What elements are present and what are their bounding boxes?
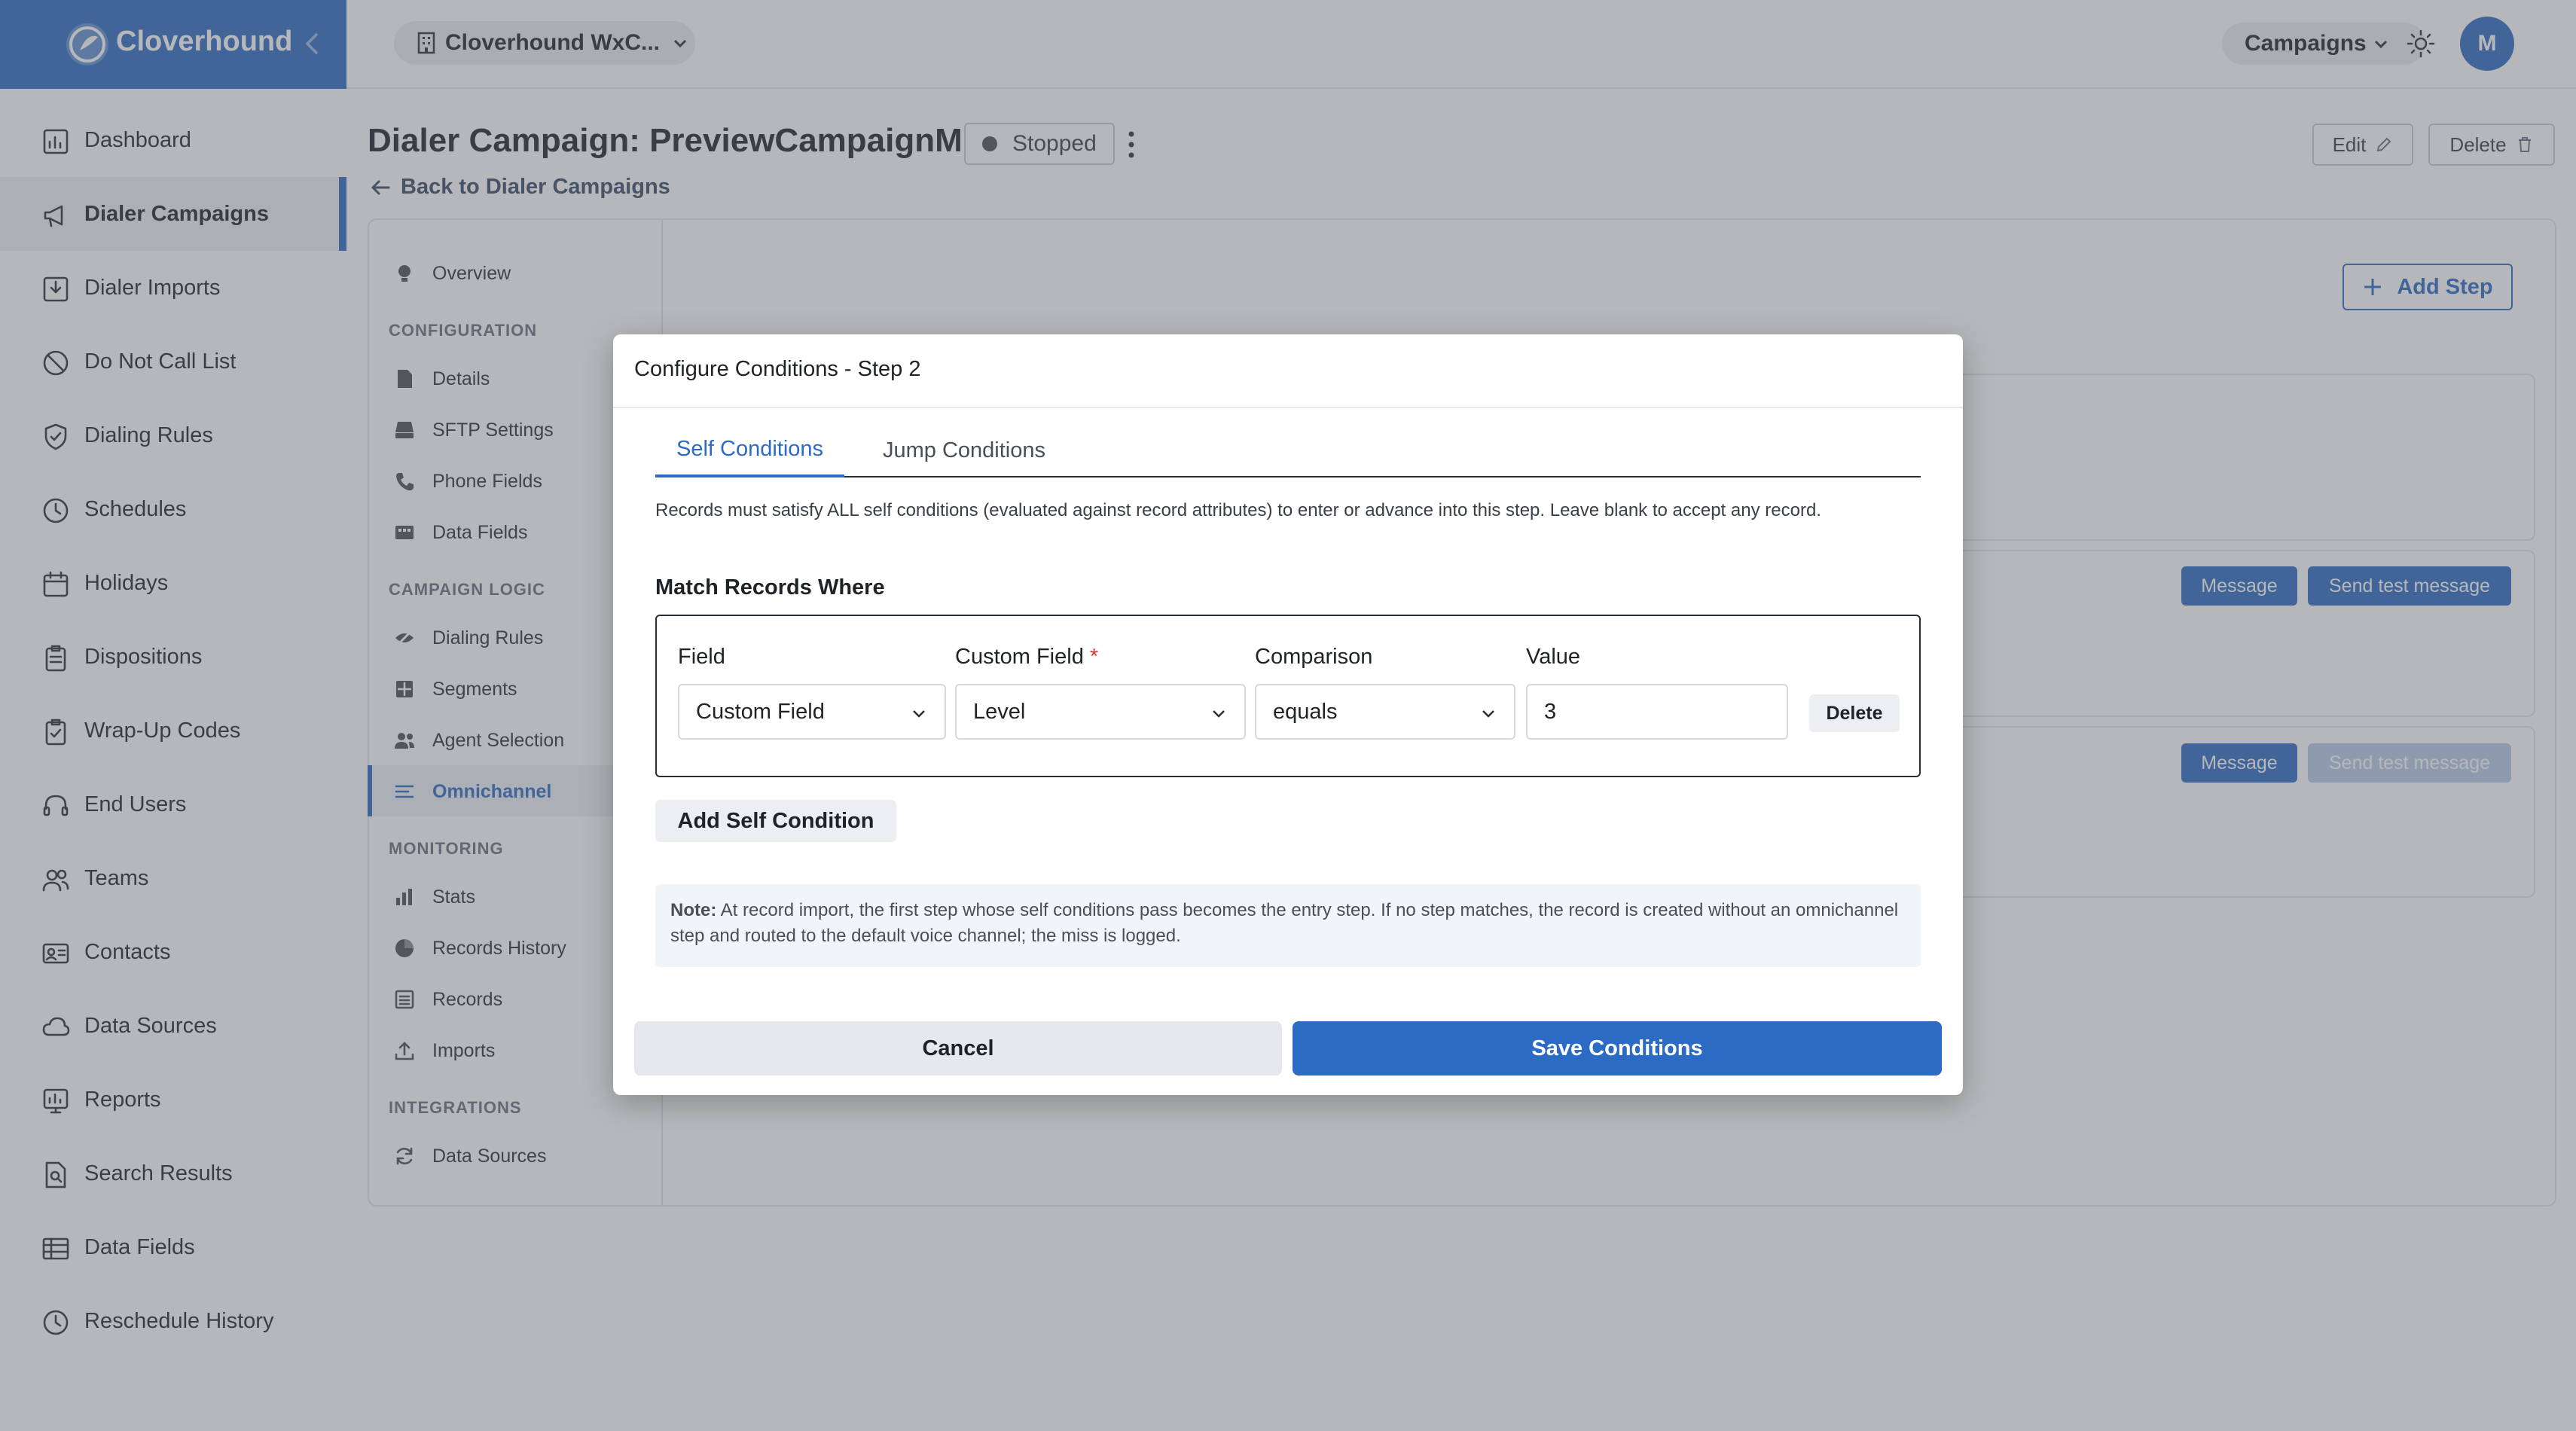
chevron-down-icon xyxy=(913,710,925,718)
custom-field-label: Custom Field * xyxy=(955,645,1098,670)
import-note: Note: At record import, the first step w… xyxy=(655,884,1921,967)
tab-jump-conditions[interactable]: Jump Conditions xyxy=(883,423,1045,478)
field-label: Field xyxy=(678,645,725,670)
value-label-text: Value xyxy=(1526,645,1581,669)
custom-field-select[interactable]: Level xyxy=(955,684,1246,740)
tab-self-conditions[interactable]: Self Conditions xyxy=(655,423,845,478)
field-select-value: Custom Field xyxy=(696,699,825,724)
conditions-description: Records must satisfy ALL self conditions… xyxy=(655,500,1821,520)
chevron-down-icon xyxy=(1213,710,1225,718)
comparison-select-value: equals xyxy=(1273,699,1338,724)
custom-field-select-value: Level xyxy=(973,699,1026,724)
modal-title: Configure Conditions - Step 2 xyxy=(634,357,921,381)
comparison-select[interactable]: equals xyxy=(1255,684,1515,740)
comparison-label: Comparison xyxy=(1255,645,1372,670)
save-conditions-button[interactable]: Save Conditions xyxy=(1293,1021,1942,1076)
modal-divider xyxy=(613,407,1963,408)
delete-condition-button[interactable]: Delete xyxy=(1809,694,1900,732)
chevron-down-icon xyxy=(1482,710,1494,718)
required-marker: * xyxy=(1089,645,1099,669)
comparison-label-text: Comparison xyxy=(1255,645,1373,669)
value-input[interactable]: 3 xyxy=(1526,684,1788,740)
add-self-condition-button[interactable]: Add Self Condition xyxy=(655,800,896,842)
condition-tabs: Self Conditions Jump Conditions xyxy=(655,423,1921,478)
field-select[interactable]: Custom Field xyxy=(678,684,946,740)
match-records-heading: Match Records Where xyxy=(655,575,885,600)
value-label: Value xyxy=(1526,645,1580,670)
note-label: Note: xyxy=(670,900,717,920)
custom-field-label-text: Custom Field xyxy=(955,645,1084,669)
field-label-text: Field xyxy=(678,645,725,669)
note-text: At record import, the first step whose s… xyxy=(670,900,1899,946)
configure-conditions-modal: Configure Conditions - Step 2 Self Condi… xyxy=(613,334,1963,1095)
condition-row-box: Field Custom Field * Comparison Value Cu… xyxy=(655,615,1921,777)
cancel-button[interactable]: Cancel xyxy=(634,1021,1282,1076)
value-input-text: 3 xyxy=(1544,699,1557,724)
